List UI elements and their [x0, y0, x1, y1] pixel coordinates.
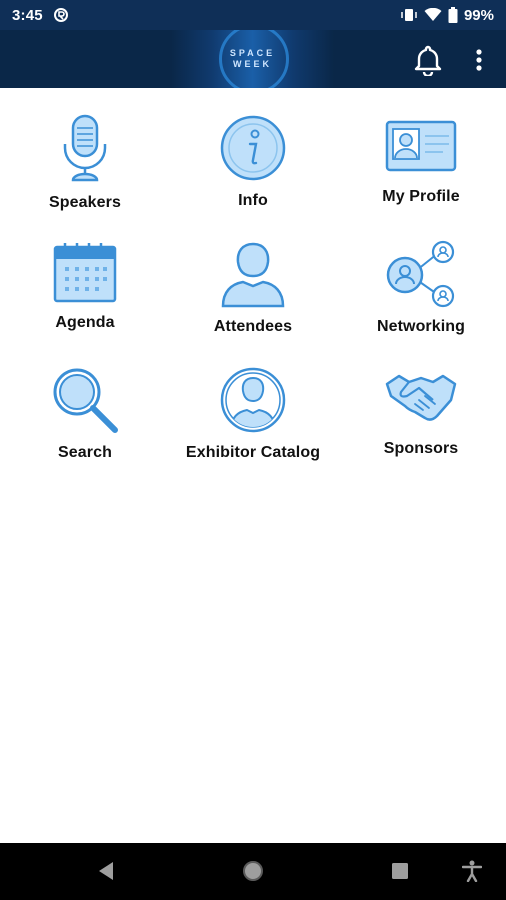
exhibitor-person-icon [220, 367, 286, 433]
tile-attendees[interactable]: Attendees [169, 214, 337, 335]
tile-label: Info [238, 192, 268, 209]
recents-button[interactable] [380, 851, 420, 891]
status-icons: 99% [400, 7, 494, 24]
tile-networking[interactable]: Networking [337, 214, 505, 335]
data-saver-icon [53, 8, 68, 22]
overflow-menu-button[interactable] [466, 43, 492, 77]
home-circle-icon [243, 861, 263, 881]
battery-icon [448, 7, 458, 23]
tile-sponsors[interactable]: Sponsors [337, 340, 505, 458]
tile-label: Speakers [49, 194, 121, 211]
info-icon [220, 115, 286, 181]
tile-speakers[interactable]: Speakers [1, 88, 169, 211]
wifi-icon [424, 8, 442, 21]
magnifier-icon [53, 368, 118, 433]
tile-my-profile[interactable]: My Profile [337, 88, 505, 206]
tile-info[interactable]: Info [169, 88, 337, 209]
handshake-icon [385, 374, 457, 421]
network-icon [386, 240, 455, 308]
notifications-button[interactable] [411, 43, 445, 77]
back-triangle-icon [99, 862, 113, 880]
app-bar: SPACE WEEK [0, 30, 506, 88]
tile-label: My Profile [382, 188, 460, 205]
calendar-icon [53, 243, 117, 303]
tile-search[interactable]: Search [1, 340, 169, 461]
app-logo: SPACE WEEK [171, 30, 334, 88]
accessibility-button[interactable] [452, 851, 492, 891]
logo-text: SPACE WEEK [229, 48, 276, 69]
status-bar: 3:45 99% [0, 0, 506, 30]
id-card-icon [385, 120, 457, 172]
recents-square-icon [392, 863, 408, 879]
back-button[interactable] [86, 851, 126, 891]
tile-exhibitor-catalog[interactable]: Exhibitor Catalog [169, 340, 337, 461]
person-icon [221, 242, 285, 308]
battery-percent: 99% [463, 6, 494, 24]
more-vert-icon [476, 49, 482, 71]
tile-label: Sponsors [383, 440, 459, 457]
system-nav-bar [0, 843, 506, 900]
tile-label: Networking [376, 318, 466, 335]
tile-label: Exhibitor Catalog [185, 444, 321, 461]
tile-label: Attendees [213, 318, 293, 335]
tile-label: Search [58, 444, 112, 461]
tile-label: Agenda [55, 314, 115, 331]
bell-icon [414, 45, 442, 76]
home-button[interactable] [233, 851, 273, 891]
vibrate-icon [401, 9, 417, 21]
microphone-icon [63, 114, 107, 182]
accessibility-icon [462, 860, 482, 882]
tile-agenda[interactable]: Agenda [1, 214, 169, 332]
status-time: 3:45 [12, 6, 43, 24]
